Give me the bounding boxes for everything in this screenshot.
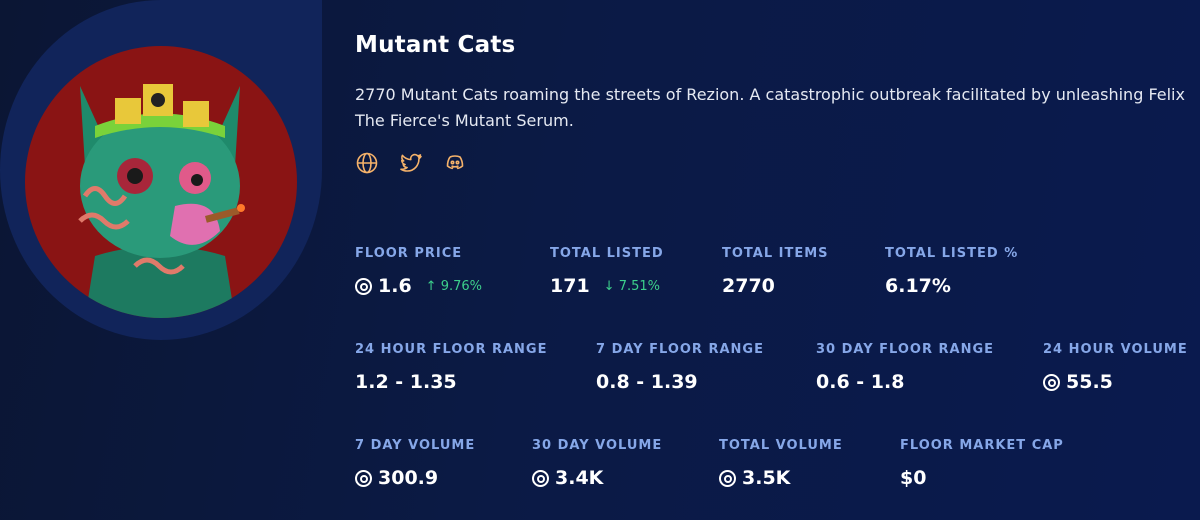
change-indicator: ↑ 9.76% bbox=[425, 278, 483, 294]
change-indicator: ↓ 7.51% bbox=[603, 278, 661, 294]
collection-description: 2770 Mutant Cats roaming the streets of … bbox=[355, 85, 1185, 130]
stat-value: 300.9 bbox=[355, 467, 475, 489]
stat-label: 7 DAY VOLUME bbox=[355, 438, 476, 453]
twitter-icon[interactable] bbox=[399, 151, 423, 175]
globe-icon[interactable] bbox=[355, 151, 379, 175]
stat-label: 30 DAY FLOOR RANGE bbox=[816, 342, 995, 357]
stat-floor-range-24h: 24 HOUR FLOOR RANGE 1.2 - 1.35 bbox=[355, 342, 547, 393]
stat-label: FLOOR MARKET CAP bbox=[900, 438, 1064, 453]
total-volume-value: 3.5K bbox=[742, 467, 791, 489]
floor-price-change: 9.76% bbox=[440, 278, 483, 294]
collection-title: Mutant Cats bbox=[355, 32, 516, 58]
stat-label: TOTAL ITEMS bbox=[722, 246, 829, 261]
stat-value: 3.4K bbox=[532, 467, 662, 489]
stat-value: 2770 bbox=[722, 275, 775, 297]
stat-value: 0.6 - 1.8 bbox=[816, 371, 905, 393]
stat-label: TOTAL VOLUME bbox=[719, 438, 843, 453]
stat-volume-24h: 24 HOUR VOLUME 55.5 bbox=[1043, 342, 1188, 393]
stat-label: TOTAL LISTED % bbox=[885, 246, 1019, 261]
stat-total-listed: TOTAL LISTED 171 ↓ 7.51% bbox=[550, 246, 664, 297]
total-listed-value: 171 bbox=[550, 275, 590, 297]
stat-volume-30d: 30 DAY VOLUME 3.4K bbox=[532, 438, 662, 489]
sol-icon bbox=[355, 469, 372, 487]
stat-label: TOTAL LISTED bbox=[550, 246, 664, 261]
social-links bbox=[355, 151, 1185, 175]
stats-row-2: 24 HOUR FLOOR RANGE 1.2 - 1.35 7 DAY FLO… bbox=[355, 342, 1195, 402]
floor-price-value: 1.6 bbox=[378, 275, 412, 297]
stat-value: 171 ↓ 7.51% bbox=[550, 275, 664, 297]
stat-floor-range-7d: 7 DAY FLOOR RANGE 0.8 - 1.39 bbox=[596, 342, 764, 393]
sol-icon bbox=[1043, 373, 1060, 391]
stat-value: 55.5 bbox=[1043, 371, 1188, 393]
volume-24h-value: 55.5 bbox=[1066, 371, 1113, 393]
stat-total-volume: TOTAL VOLUME 3.5K bbox=[719, 438, 843, 489]
discord-icon[interactable] bbox=[443, 151, 467, 175]
volume-7d-value: 300.9 bbox=[378, 467, 439, 489]
stat-label: 7 DAY FLOOR RANGE bbox=[596, 342, 764, 357]
stat-label: FLOOR PRICE bbox=[355, 246, 463, 261]
stat-value: 3.5K bbox=[719, 467, 843, 489]
volume-30d-value: 3.4K bbox=[555, 467, 604, 489]
stat-label: 30 DAY VOLUME bbox=[532, 438, 663, 453]
stat-value: 0.8 - 1.39 bbox=[596, 371, 698, 393]
stat-floor-range-30d: 30 DAY FLOOR RANGE 0.6 - 1.8 bbox=[816, 342, 994, 393]
total-listed-change: 7.51% bbox=[618, 278, 661, 294]
stats-row-1: FLOOR PRICE 1.6 ↑ 9.76% TOTAL LISTED 171… bbox=[355, 246, 1195, 306]
sol-icon bbox=[355, 277, 372, 295]
stat-label: 24 HOUR FLOOR RANGE bbox=[355, 342, 548, 357]
stat-floor-price: FLOOR PRICE 1.6 ↑ 9.76% bbox=[355, 246, 482, 297]
stat-total-items: TOTAL ITEMS 2770 bbox=[722, 246, 829, 297]
stat-value: $0 bbox=[900, 467, 927, 489]
stat-value: 1.2 - 1.35 bbox=[355, 371, 457, 393]
stat-total-listed-pct: TOTAL LISTED % 6.17% bbox=[885, 246, 1018, 297]
collection-header: Mutant Cats 2770 Mutant Cats roaming the… bbox=[355, 32, 1185, 175]
sol-icon bbox=[719, 469, 736, 487]
sol-icon bbox=[532, 469, 549, 487]
stats-row-3: 7 DAY VOLUME 300.9 30 DAY VOLUME 3.4K TO… bbox=[355, 438, 1195, 498]
stat-volume-7d: 7 DAY VOLUME 300.9 bbox=[355, 438, 475, 489]
stat-floor-market-cap: FLOOR MARKET CAP $0 bbox=[900, 438, 1064, 489]
stat-value: 1.6 ↑ 9.76% bbox=[355, 275, 482, 297]
collection-avatar bbox=[25, 46, 297, 318]
stat-label: 24 HOUR VOLUME bbox=[1043, 342, 1188, 357]
stat-value: 6.17% bbox=[885, 275, 951, 297]
